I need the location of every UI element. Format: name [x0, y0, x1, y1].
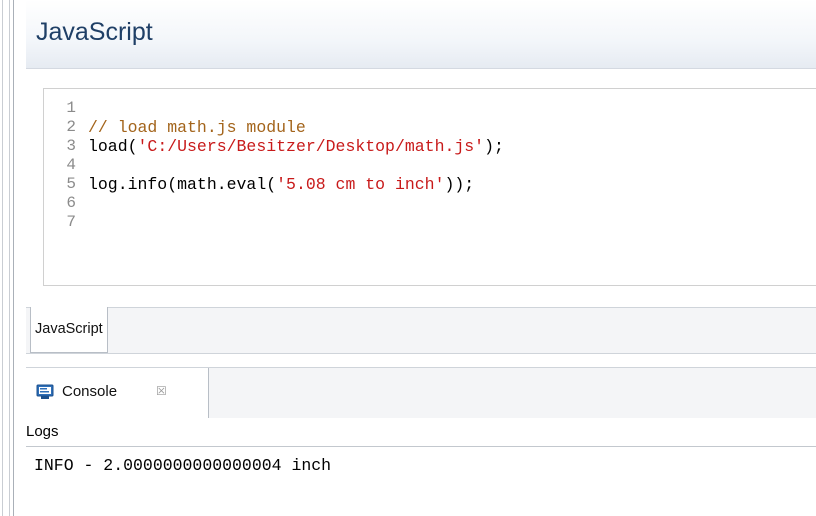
tab-console[interactable]: Console ☒: [26, 368, 209, 418]
editor-header: JavaScript: [26, 0, 816, 69]
console-view: Console ☒ Logs INFO - 2.0000000000000004…: [14, 360, 816, 516]
line-number: 3: [66, 137, 76, 155]
close-icon[interactable]: ☒: [156, 384, 167, 398]
line-number: 5: [66, 175, 76, 193]
code-token: load(: [88, 137, 138, 156]
logs-header: Logs: [26, 418, 816, 447]
line-number: 4: [66, 156, 76, 174]
tab-javascript[interactable]: JavaScript: [30, 307, 108, 353]
line-number: 7: [66, 213, 76, 231]
editor-tab-bar: JavaScript: [26, 307, 816, 354]
code-comment: // load math.js module: [88, 118, 306, 137]
code-line: load('C:/Users/Besitzer/Desktop/math.js'…: [88, 137, 816, 156]
console-tab-bar: Console ☒: [26, 367, 816, 419]
editor-part: JavaScript 1234567 // load math.js modul…: [14, 0, 816, 360]
code-text[interactable]: // load math.js module load('C:/Users/Bes…: [88, 99, 816, 232]
line-number: 1: [66, 99, 76, 117]
code-token: log.info(math.eval(: [88, 175, 277, 194]
console-tab-label: Console: [62, 383, 118, 400]
console-icon: [36, 384, 54, 400]
console-output: INFO - 2.0000000000000004 inch: [34, 456, 332, 475]
editor-title: JavaScript: [36, 18, 153, 46]
line-number: 2: [66, 118, 76, 136]
code-editor[interactable]: 1234567 // load math.js module load('C:/U…: [43, 88, 816, 286]
code-token: );: [484, 137, 504, 156]
line-number: 6: [66, 194, 76, 212]
window-left-edge: [0, 0, 14, 516]
code-line: // load math.js module: [88, 118, 816, 137]
code-line: log.info(math.eval('5.08 cm to inch'));: [88, 175, 816, 194]
logs-label: Logs: [26, 423, 59, 440]
code-string: '5.08 cm to inch': [276, 175, 445, 194]
line-number-gutter: 1234567: [44, 99, 81, 232]
code-token: ));: [444, 175, 475, 194]
code-string: 'C:/Users/Besitzer/Desktop/math.js': [137, 137, 485, 156]
